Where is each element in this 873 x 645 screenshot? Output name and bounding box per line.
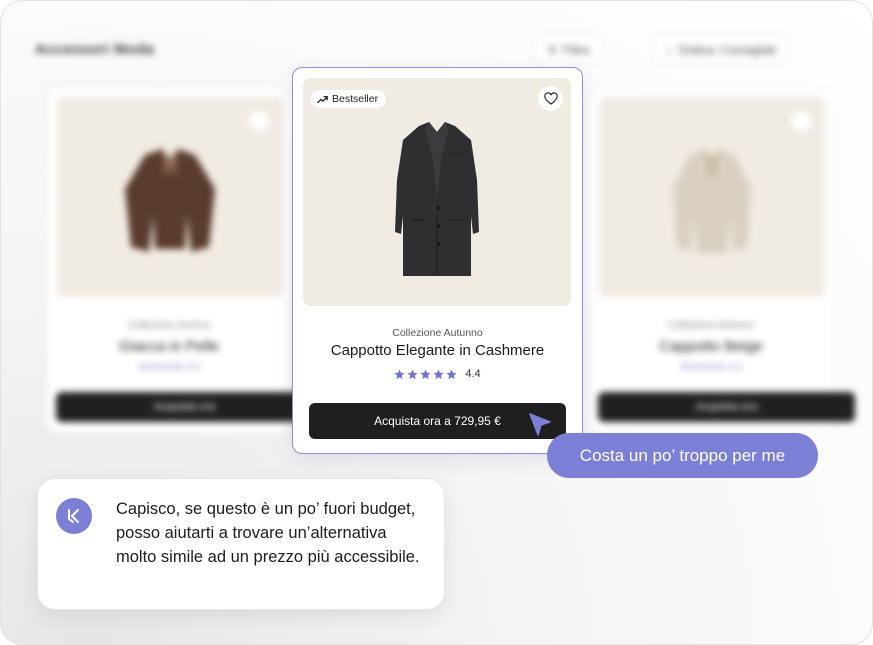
assistant-message-bubble: Capisco, se questo è un po’ fuori budget… <box>37 478 445 610</box>
sort-icon: ↕ <box>666 43 672 57</box>
star-icon <box>407 368 418 379</box>
product-rating: 4.4 <box>293 368 582 380</box>
store-title: Accessori Moda <box>35 41 155 58</box>
product-card-left[interactable]: Collezione Inverno Giacca in Pelle ★★★★★… <box>47 87 313 433</box>
coat-image <box>395 122 479 276</box>
product-rating: ★★★★★ 4.6 <box>138 362 200 373</box>
app-frame: Accessori Moda ⚲ Filtra ↕ Ordina: Consig… <box>0 0 873 645</box>
product-name: Giacca in Pelle <box>118 338 220 355</box>
trending-up-icon <box>317 95 328 103</box>
sort-button-label: Ordina: Consigliati <box>678 43 777 57</box>
product-collection: Collezione Inverno <box>127 320 211 331</box>
sort-button[interactable]: ↕ Ordina: Consigliati <box>653 35 790 65</box>
product-image: Bestseller <box>303 78 571 306</box>
leather-jacket-image <box>125 149 215 252</box>
product-collection: Collezione Autunno <box>667 320 755 331</box>
user-message-bubble: Costa un po’ troppo per me <box>547 433 818 478</box>
product-rating: ★★★★★ 4.3 <box>680 362 742 373</box>
heart-icon[interactable] <box>249 111 269 131</box>
filter-button[interactable]: ⚲ Filtra <box>535 35 603 65</box>
star-icon <box>394 368 405 379</box>
beige-coat-image <box>673 149 751 253</box>
star-icon <box>433 368 444 379</box>
filter-icon: ⚲ <box>548 43 557 57</box>
product-image <box>57 97 283 297</box>
heart-icon[interactable] <box>791 111 811 131</box>
buy-button[interactable]: Acquista ora <box>598 392 855 422</box>
product-name: Cappotto Beige <box>659 338 763 355</box>
product-card-right[interactable]: Collezione Autunno Cappotto Beige ★★★★★ … <box>589 87 855 433</box>
product-collection: Collezione Autunno <box>392 327 483 339</box>
bestseller-badge: Bestseller <box>311 90 387 108</box>
rating-value: 4.4 <box>465 368 481 380</box>
assistant-avatar <box>56 498 92 534</box>
bestseller-badge-label: Bestseller <box>332 93 379 105</box>
star-icon <box>446 368 457 379</box>
product-image <box>599 97 825 297</box>
buy-button[interactable]: Acquista ora <box>56 392 313 422</box>
heart-icon <box>543 92 558 105</box>
cursor-arrow-icon <box>529 413 551 436</box>
product-card-focused[interactable]: Bestseller Collezione Autunno Cappotto E… <box>292 67 583 454</box>
assistant-message-text: Capisco, se questo è un po’ fuori budget… <box>116 500 420 566</box>
filter-button-label: Filtra <box>562 43 590 57</box>
assistant-logo-icon <box>68 509 79 523</box>
star-icon <box>420 368 431 379</box>
favorite-button[interactable] <box>538 86 563 111</box>
product-name: Cappotto Elegante in Cashmere <box>330 342 545 359</box>
